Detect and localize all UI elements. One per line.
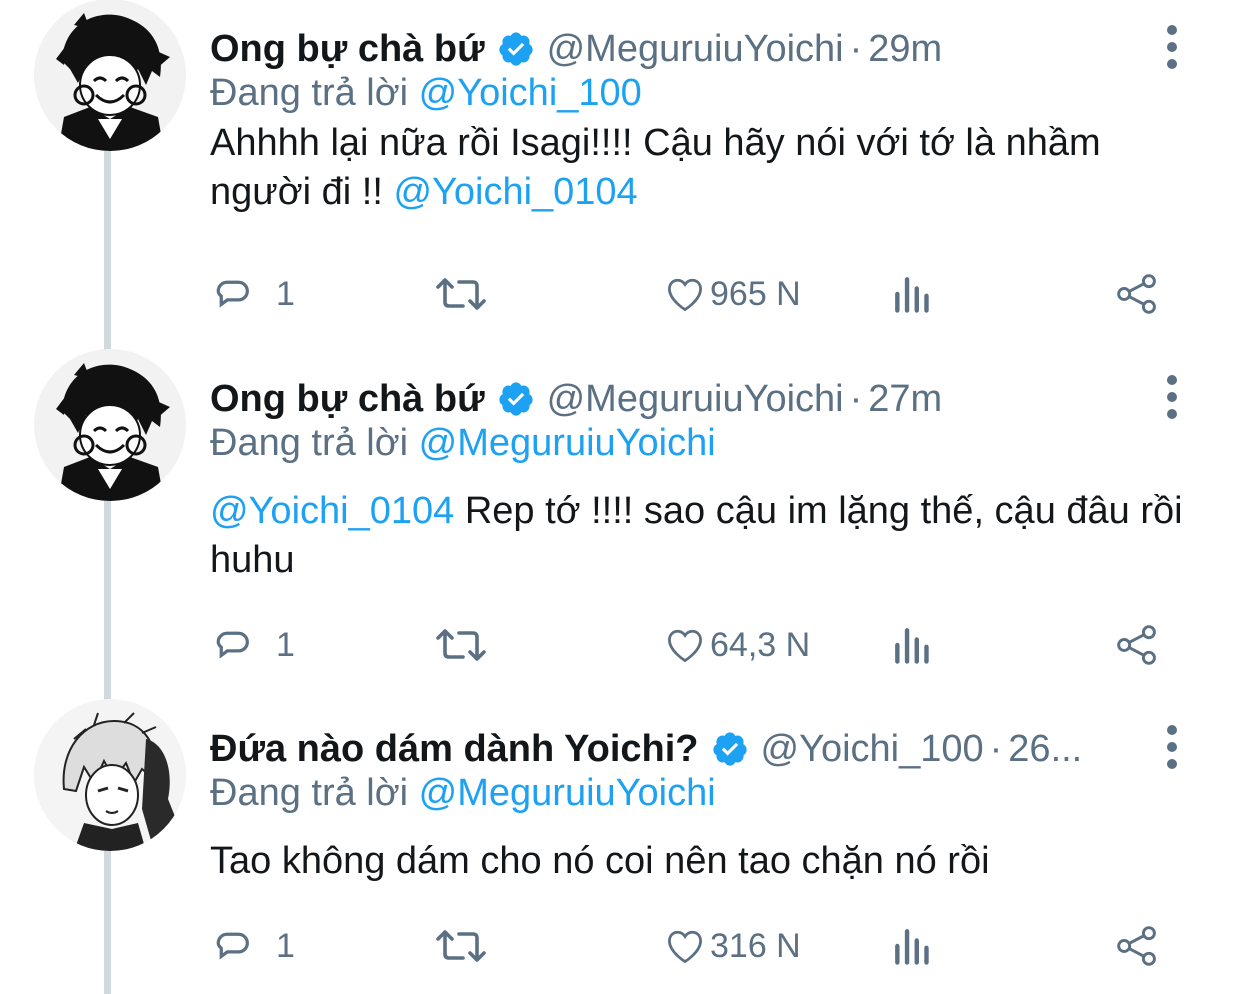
replying-to-label: Đang trả lời xyxy=(210,72,409,114)
share-button[interactable] xyxy=(1113,266,1161,322)
thread-connector-line xyxy=(104,480,111,712)
verified-badge-icon xyxy=(711,730,749,768)
verified-badge-icon xyxy=(497,30,535,68)
analytics-button[interactable] xyxy=(890,617,934,673)
heart-icon xyxy=(668,930,702,964)
reply-count: 1 xyxy=(276,274,295,313)
analytics-button[interactable] xyxy=(890,918,934,974)
replying-to-mention[interactable]: @MeguruiuYoichi xyxy=(419,772,716,814)
avatar[interactable] xyxy=(34,699,186,851)
separator-dot: · xyxy=(989,727,1003,770)
share-button[interactable] xyxy=(1113,617,1161,673)
like-count: 965 N xyxy=(710,274,801,313)
replying-to: Đang trả lời @MeguruiuYoichi xyxy=(210,772,716,815)
tweet-timestamp[interactable]: 27m xyxy=(868,378,942,421)
like-button[interactable]: 316 N xyxy=(662,918,801,974)
replying-to-mention[interactable]: @MeguruiuYoichi xyxy=(419,422,716,464)
reply-button[interactable]: 1 xyxy=(212,266,295,322)
reply-count: 1 xyxy=(276,625,295,664)
tweet-text: Tao không dám cho nó coi nên tao chặn nó… xyxy=(210,837,1200,886)
tweet-actions: 1 965 N xyxy=(0,266,1234,322)
tweet-mention[interactable]: @Yoichi_0104 xyxy=(393,171,637,213)
share-button[interactable] xyxy=(1113,918,1161,974)
retweet-icon xyxy=(436,629,486,661)
separator-dot: · xyxy=(849,27,863,70)
tweet-mention[interactable]: @Yoichi_0104 xyxy=(210,490,454,532)
user-handle[interactable]: @MeguruiuYoichi xyxy=(547,378,844,421)
retweet-icon xyxy=(436,930,486,962)
replying-to-mention[interactable]: @Yoichi_100 xyxy=(419,72,642,114)
comment-bubble-icon xyxy=(216,932,249,960)
replying-to: Đang trả lời @Yoichi_100 xyxy=(210,72,642,115)
retweet-icon xyxy=(436,278,486,310)
replying-to-label: Đang trả lời xyxy=(210,422,409,464)
share-icon xyxy=(1117,274,1156,314)
tweet-timestamp[interactable]: 26... xyxy=(1008,728,1082,771)
analytics-bars-icon xyxy=(895,628,929,664)
tweet-text-content: Ahhhh lại nữa rồi Isagi!!!! Cậu hãy nói … xyxy=(210,122,1101,213)
tweet-text: @Yoichi_0104 Rep tớ !!!! sao cậu im lặng… xyxy=(210,487,1200,585)
heart-icon xyxy=(668,278,702,312)
tweet-timestamp[interactable]: 29m xyxy=(868,28,942,71)
comment-bubble-icon xyxy=(216,631,249,659)
retweet-button[interactable] xyxy=(435,266,487,322)
tweet-actions: 1 64,3 N xyxy=(0,617,1234,673)
comment-bubble-icon xyxy=(216,280,249,308)
like-count: 64,3 N xyxy=(710,625,811,664)
like-button[interactable]: 64,3 N xyxy=(662,617,810,673)
display-name[interactable]: Ong bự chà bứ xyxy=(210,378,485,421)
more-vertical-icon[interactable] xyxy=(1158,722,1186,772)
replying-to-label: Đang trả lời xyxy=(210,772,409,814)
user-handle[interactable]: @Yoichi_100 xyxy=(761,728,984,771)
analytics-bars-icon xyxy=(895,277,929,313)
avatar[interactable] xyxy=(34,349,186,501)
heart-icon xyxy=(668,629,702,663)
reply-count: 1 xyxy=(276,926,295,965)
avatar[interactable] xyxy=(34,0,186,151)
like-button[interactable]: 965 N xyxy=(662,266,801,322)
user-handle[interactable]: @MeguruiuYoichi xyxy=(547,28,844,71)
more-vertical-icon[interactable] xyxy=(1158,372,1186,422)
tweet-header: Đứa nào dám dành Yoichi? @Yoichi_100 · 2… xyxy=(210,724,1140,774)
tweet-header: Ong bự chà bứ @MeguruiuYoichi · 27m xyxy=(210,374,1140,424)
tweet-header: Ong bự chà bứ @MeguruiuYoichi · 29m xyxy=(210,24,1140,74)
replying-to: Đang trả lời @MeguruiuYoichi xyxy=(210,422,716,465)
thread-connector-line xyxy=(104,130,111,362)
tweet-text: Ahhhh lại nữa rồi Isagi!!!! Cậu hãy nói … xyxy=(210,119,1200,217)
more-vertical-icon[interactable] xyxy=(1158,22,1186,72)
separator-dot: · xyxy=(849,377,863,420)
tweet-actions: 1 316 N xyxy=(0,918,1234,974)
retweet-button[interactable] xyxy=(435,617,487,673)
share-icon xyxy=(1117,625,1156,665)
tweet-text-content: Tao không dám cho nó coi nên tao chặn nó… xyxy=(210,840,990,882)
like-count: 316 N xyxy=(710,926,801,965)
reply-button[interactable]: 1 xyxy=(212,617,295,673)
display-name[interactable]: Đứa nào dám dành Yoichi? xyxy=(210,728,699,771)
display-name[interactable]: Ong bự chà bứ xyxy=(210,28,485,71)
verified-badge-icon xyxy=(497,380,535,418)
reply-button[interactable]: 1 xyxy=(212,918,295,974)
retweet-button[interactable] xyxy=(435,918,487,974)
analytics-bars-icon xyxy=(895,929,929,965)
share-icon xyxy=(1117,926,1156,966)
analytics-button[interactable] xyxy=(890,266,934,322)
